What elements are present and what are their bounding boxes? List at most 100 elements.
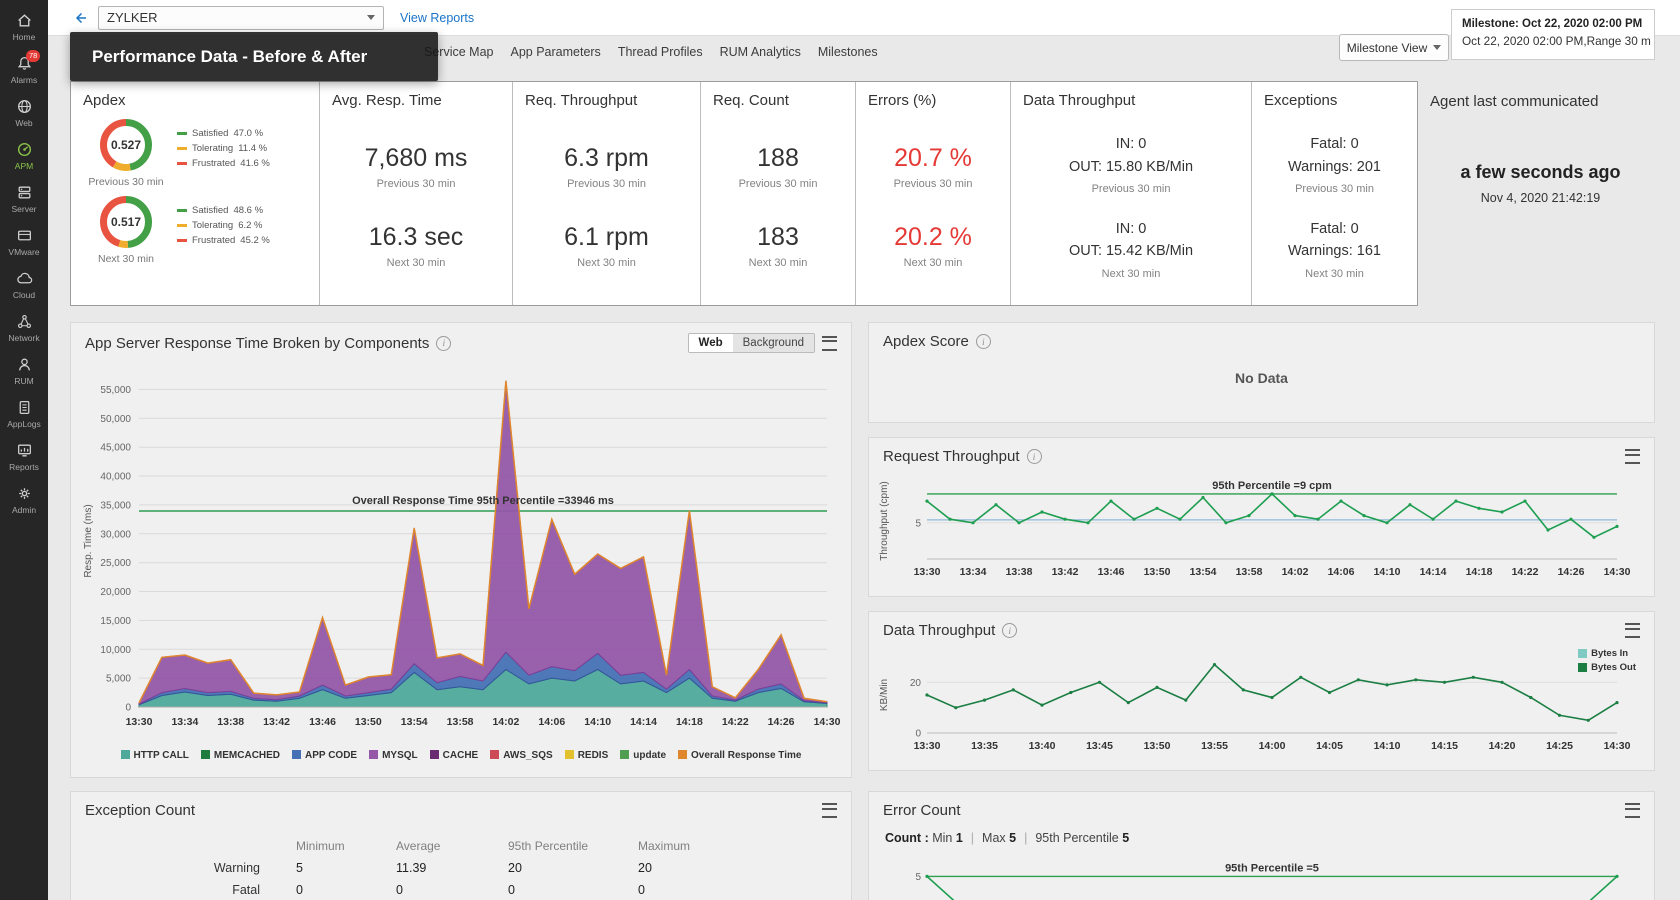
agent-card: Agent last communicated a few seconds ag… xyxy=(1426,81,1655,306)
stat-item: Min 1 xyxy=(932,831,963,845)
metric-value: 16.3 sec xyxy=(368,223,464,251)
legend-item[interactable]: HTTP CALL xyxy=(120,750,189,761)
sidebar-item-rum[interactable]: RUM xyxy=(0,349,48,392)
summary-cards: Apdex 0.527 Previous 30 min Satisfied 47.0 %… xyxy=(70,81,1418,306)
sidebar-item-alarms[interactable]: 78 Alarms xyxy=(0,48,48,91)
sidebar-item-label: Server xyxy=(11,204,37,214)
svg-text:15,000: 15,000 xyxy=(100,616,131,627)
info-icon[interactable]: i xyxy=(1026,449,1042,464)
svg-text:14:15: 14:15 xyxy=(1431,740,1458,752)
svg-text:Overall Response Time 95th Per: Overall Response Time 95th Percentile =3… xyxy=(352,495,614,507)
menu-icon[interactable] xyxy=(1625,623,1640,638)
svg-text:13:34: 13:34 xyxy=(171,716,198,728)
legend-item[interactable]: Overall Response Time xyxy=(678,750,801,761)
card-title: Req. Throughput xyxy=(525,92,638,109)
chevron-down-icon xyxy=(1433,45,1442,50)
toggle-web[interactable]: Web xyxy=(688,334,733,352)
metric-value: 20.2 % xyxy=(894,223,972,251)
svg-text:13:45: 13:45 xyxy=(1086,740,1113,752)
components-legend: HTTP CALL MEMCACHED APP CODE MYSQL CACHE AWS_… xyxy=(71,750,851,761)
period-label: Previous 30 min xyxy=(1091,183,1171,196)
info-icon[interactable]: i xyxy=(436,335,452,351)
menu-icon[interactable] xyxy=(822,335,837,351)
tab-thread-profiles[interactable]: Thread Profiles xyxy=(618,45,703,59)
svg-text:20,000: 20,000 xyxy=(100,587,131,598)
error-count-chart[interactable]: 595th Percentile =513:3013:3513:4013:451… xyxy=(875,851,1654,900)
period-label: Previous 30 min xyxy=(567,178,646,190)
sidebar-item-cloud[interactable]: Cloud xyxy=(0,263,48,306)
svg-text:13:34: 13:34 xyxy=(960,566,987,578)
sidebar-item-label: Reports xyxy=(9,462,39,472)
cell-value: 20 xyxy=(638,861,652,875)
svg-text:13:54: 13:54 xyxy=(401,716,428,728)
svg-text:13:30: 13:30 xyxy=(914,566,941,578)
svg-text:14:18: 14:18 xyxy=(1466,566,1493,578)
column-header: Maximum xyxy=(638,839,691,853)
legend-item: Frustrated 41.6 % xyxy=(177,158,270,169)
metric-value: Fatal: 0 Warnings: 201 xyxy=(1288,136,1381,175)
sidebar-item-applogs[interactable]: AppLogs xyxy=(0,392,48,435)
sidebar-item-web[interactable]: Web xyxy=(0,91,48,134)
legend-item[interactable]: Bytes In xyxy=(1578,648,1636,659)
toggle-background[interactable]: Background xyxy=(732,334,814,352)
tab-rum-analytics[interactable]: RUM Analytics xyxy=(720,45,801,59)
legend-item[interactable]: update xyxy=(620,750,666,761)
sidebar-item-apm[interactable]: APM xyxy=(0,134,48,177)
svg-text:13:55: 13:55 xyxy=(1201,740,1228,752)
svg-text:45,000: 45,000 xyxy=(100,443,131,454)
column-header: Average xyxy=(396,839,441,853)
sidebar-item-vmware[interactable]: VMware xyxy=(0,220,48,263)
cell-value: 11.39 xyxy=(396,861,427,875)
apdex-score-panel: Apdex Score i No Data xyxy=(868,322,1655,423)
svg-text:13:50: 13:50 xyxy=(1144,740,1171,752)
menu-icon[interactable] xyxy=(1625,449,1640,464)
sidebar-item-reports[interactable]: Reports xyxy=(0,435,48,478)
back-icon[interactable] xyxy=(72,10,88,26)
tab-milestones[interactable]: Milestones xyxy=(818,45,878,59)
info-icon[interactable]: i xyxy=(1002,623,1018,638)
metric: 20.7 % Previous 30 min xyxy=(856,144,1010,190)
summary-card-req-throughput: Req. Throughput 6.3 rpm Previous 30 min 6.1… xyxy=(513,82,700,305)
data-throughput-chart[interactable]: KB/Min 0 20 13:30 13:35 13:40 13:45 13:50 13:55 1… xyxy=(875,643,1654,764)
sidebar-item-network[interactable]: Network xyxy=(0,306,48,349)
svg-text:13:40: 13:40 xyxy=(1029,740,1056,752)
milestone-title: Milestone: Oct 22, 2020 02:00 PM xyxy=(1462,18,1643,30)
legend-item[interactable]: APP CODE xyxy=(292,750,357,761)
stats-label: Count : xyxy=(885,831,929,845)
cell-value: 20 xyxy=(508,861,522,875)
summary-card-data-throughput: Data Throughput IN: 0 OUT: 15.80 KB/Min Pre… xyxy=(1011,82,1251,305)
application-selector-value: ZYLKER xyxy=(107,10,158,25)
sidebar-item-admin[interactable]: Admin xyxy=(0,478,48,521)
legend-item[interactable]: MYSQL xyxy=(369,750,418,761)
view-reports-link[interactable]: View Reports xyxy=(400,11,474,25)
menu-icon[interactable] xyxy=(822,803,837,818)
data-throughput-panel: Data Throughput i Bytes In Bytes Out KB/M… xyxy=(868,611,1655,771)
apm-icon xyxy=(16,141,33,158)
components-chart[interactable]: Resp. Time (ms) 0 5,000 10,000 15,000 20,000 2… xyxy=(77,357,851,750)
info-icon[interactable]: i xyxy=(975,334,991,349)
request-throughput-chart[interactable]: Throughput (cpm) 5 95th Percentile =9 cpm 1… xyxy=(875,469,1654,590)
legend-item[interactable]: REDIS xyxy=(564,750,608,761)
sidebar-item-label: Network xyxy=(8,333,40,343)
tab-app-parameters[interactable]: App Parameters xyxy=(510,45,600,59)
legend-item[interactable]: MEMCACHED xyxy=(200,750,280,761)
legend-item[interactable]: Bytes Out xyxy=(1578,662,1636,673)
legend-item: Satisfied 48.6 % xyxy=(177,205,270,216)
application-selector[interactable]: ZYLKER xyxy=(98,5,384,30)
svg-text:14:14: 14:14 xyxy=(1420,566,1447,578)
menu-icon[interactable] xyxy=(1625,803,1640,818)
svg-text:0: 0 xyxy=(915,729,921,740)
svg-text:14:10: 14:10 xyxy=(1374,566,1401,578)
home-icon xyxy=(16,12,33,29)
card-title: Apdex xyxy=(83,92,126,109)
web-background-toggle: Web Background xyxy=(687,333,815,353)
column-header: 95th Percentile xyxy=(508,839,589,853)
sidebar-item-server[interactable]: Server xyxy=(0,177,48,220)
milestone-view-button[interactable]: Milestone View xyxy=(1339,34,1449,61)
legend-item[interactable]: AWS_SQS xyxy=(490,750,553,761)
legend-item[interactable]: CACHE xyxy=(429,750,478,761)
svg-text:Resp. Time (ms): Resp. Time (ms) xyxy=(83,504,94,577)
summary-card-req-count: Req. Count 188 Previous 30 min 183 Next 30 m… xyxy=(701,82,855,305)
sidebar-item-home[interactable]: Home xyxy=(0,5,48,48)
metric: 20.2 % Next 30 min xyxy=(856,223,1010,269)
